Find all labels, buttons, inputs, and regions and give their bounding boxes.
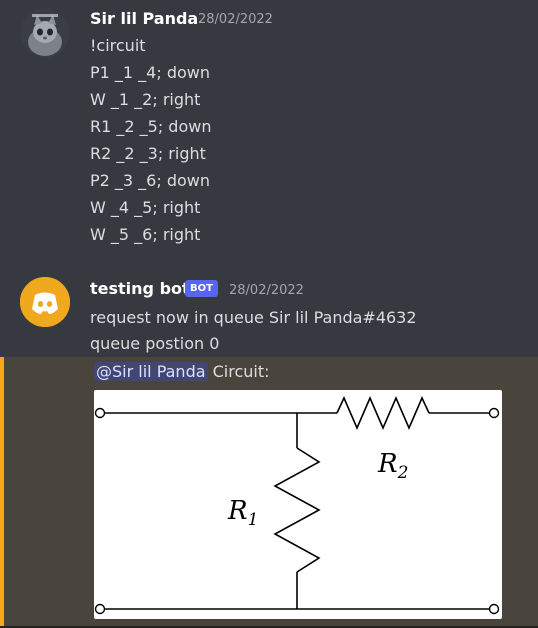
message-line: W _1 _2; right: [90, 90, 201, 109]
message-line: !circuit: [90, 36, 146, 55]
discord-logo-icon: [20, 277, 70, 327]
mention-suffix: Circuit:: [207, 362, 270, 381]
terminal-icon: [94, 603, 106, 615]
message-line: queue postion 0: [90, 334, 220, 353]
message-line: P1 _1 _4; down: [90, 63, 211, 82]
user-mention[interactable]: @Sir lil Panda: [94, 362, 208, 381]
bot-badge: BOT: [185, 280, 218, 297]
message-line: P2 _3 _6; down: [90, 171, 211, 190]
message-line: request now in queue Sir lil Panda#4632: [90, 308, 417, 327]
svg-text:R2: R2: [377, 449, 408, 483]
r2-label: R: [377, 449, 398, 479]
r2-subscript: 2: [397, 463, 409, 483]
message-timestamp: 28/02/2022: [198, 12, 273, 27]
message-timestamp: 28/02/2022: [229, 283, 304, 298]
r1-label: R: [227, 496, 248, 526]
bot-avatar[interactable]: [20, 277, 70, 327]
mention-message-line: @Sir lil Panda Circuit:: [94, 362, 270, 381]
svg-text:R1: R1: [227, 496, 258, 530]
author-name[interactable]: Sir lil Panda: [90, 9, 198, 28]
message-line: W _4 _5; right: [90, 198, 201, 217]
message-line: R1 _2 _5; down: [90, 117, 212, 136]
mention-highlight: @Sir lil Panda Circuit: R2 R1: [0, 357, 538, 628]
terminal-icon: [94, 407, 106, 419]
circuit-image[interactable]: R2 R1: [94, 390, 502, 619]
r1-subscript: 1: [248, 510, 259, 530]
message-sir-lil-panda: Sir lil Panda 28/02/2022 !circuit P1 _1 …: [0, 0, 538, 256]
message-line: W _5 _6; right: [90, 225, 201, 244]
user-avatar[interactable]: [20, 8, 70, 58]
terminal-icon: [488, 603, 500, 615]
message-line: R2 _2 _3; right: [90, 144, 206, 163]
author-name[interactable]: testing bot: [90, 279, 190, 298]
terminal-icon: [488, 407, 500, 419]
